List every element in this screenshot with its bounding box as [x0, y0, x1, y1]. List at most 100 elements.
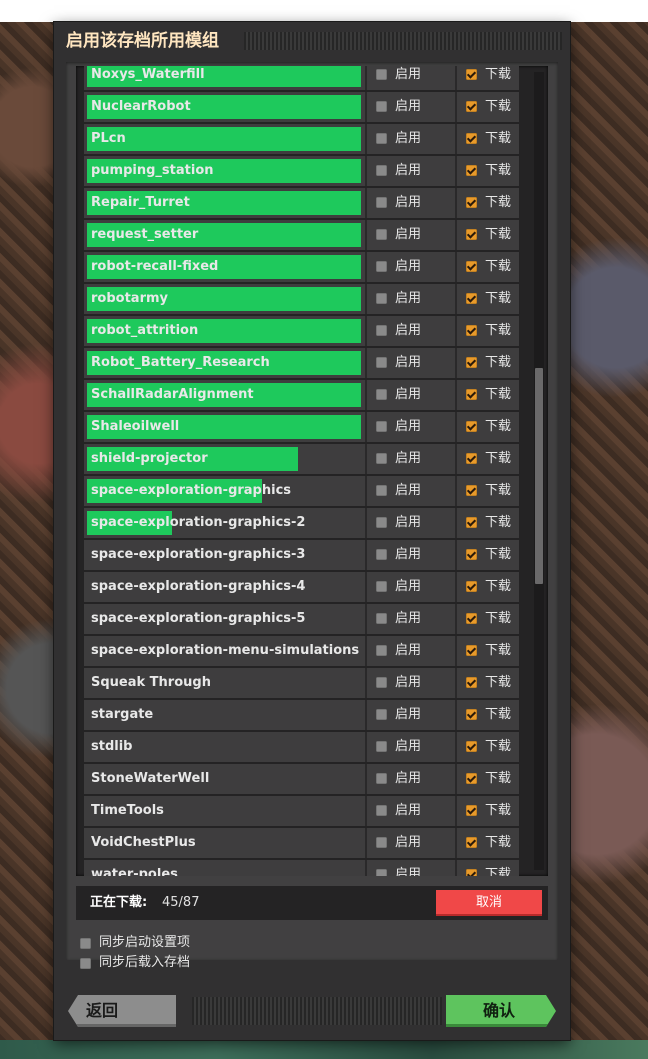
download-option[interactable]: 下载 — [457, 252, 519, 282]
enable-option[interactable]: 启用 — [367, 508, 457, 538]
enable-checkbox[interactable] — [376, 453, 387, 464]
download-option[interactable]: 下载 — [457, 700, 519, 730]
download-checkbox[interactable] — [466, 805, 477, 816]
enable-option[interactable]: 启用 — [367, 700, 457, 730]
download-checkbox[interactable] — [466, 677, 477, 688]
enable-checkbox[interactable] — [376, 805, 387, 816]
enable-checkbox[interactable] — [376, 325, 387, 336]
enable-checkbox[interactable] — [376, 197, 387, 208]
download-option[interactable]: 下载 — [457, 92, 519, 122]
download-option[interactable]: 下载 — [457, 220, 519, 250]
enable-checkbox[interactable] — [376, 581, 387, 592]
enable-option[interactable]: 启用 — [367, 220, 457, 250]
enable-option[interactable]: 启用 — [367, 380, 457, 410]
download-checkbox[interactable] — [466, 165, 477, 176]
enable-option[interactable]: 启用 — [367, 764, 457, 794]
enable-option[interactable]: 启用 — [367, 732, 457, 762]
enable-checkbox[interactable] — [376, 69, 387, 80]
footer-drag-handle[interactable] — [192, 997, 442, 1025]
enable-checkbox[interactable] — [376, 133, 387, 144]
download-option[interactable]: 下载 — [457, 348, 519, 378]
download-option[interactable]: 下载 — [457, 860, 519, 876]
download-checkbox[interactable] — [466, 357, 477, 368]
download-option[interactable]: 下载 — [457, 604, 519, 634]
download-checkbox[interactable] — [466, 773, 477, 784]
enable-checkbox[interactable] — [376, 485, 387, 496]
download-checkbox[interactable] — [466, 389, 477, 400]
download-option[interactable]: 下载 — [457, 380, 519, 410]
enable-option[interactable]: 启用 — [367, 860, 457, 876]
download-checkbox[interactable] — [466, 549, 477, 560]
enable-option[interactable]: 启用 — [367, 348, 457, 378]
enable-checkbox[interactable] — [376, 357, 387, 368]
enable-option[interactable]: 启用 — [367, 156, 457, 186]
enable-checkbox[interactable] — [376, 549, 387, 560]
download-checkbox[interactable] — [466, 229, 477, 240]
download-checkbox[interactable] — [466, 613, 477, 624]
enable-checkbox[interactable] — [376, 293, 387, 304]
scrollbar-thumb[interactable] — [535, 368, 543, 584]
enable-checkbox[interactable] — [376, 101, 387, 112]
enable-checkbox[interactable] — [376, 837, 387, 848]
download-checkbox[interactable] — [466, 517, 477, 528]
download-option[interactable]: 下载 — [457, 796, 519, 826]
download-option[interactable]: 下载 — [457, 764, 519, 794]
enable-checkbox[interactable] — [376, 677, 387, 688]
download-checkbox[interactable] — [466, 421, 477, 432]
download-option[interactable]: 下载 — [457, 732, 519, 762]
enable-option[interactable]: 启用 — [367, 124, 457, 154]
download-checkbox[interactable] — [466, 69, 477, 80]
download-checkbox[interactable] — [466, 709, 477, 720]
enable-checkbox[interactable] — [376, 421, 387, 432]
cancel-button[interactable]: 取消 — [436, 890, 542, 916]
enable-option[interactable]: 启用 — [367, 828, 457, 858]
download-checkbox[interactable] — [466, 485, 477, 496]
download-checkbox[interactable] — [466, 837, 477, 848]
download-option[interactable]: 下载 — [457, 572, 519, 602]
enable-checkbox[interactable] — [376, 165, 387, 176]
back-button[interactable]: 返回 — [68, 995, 176, 1027]
enable-option[interactable]: 启用 — [367, 668, 457, 698]
download-checkbox[interactable] — [466, 645, 477, 656]
download-option[interactable]: 下载 — [457, 316, 519, 346]
download-option[interactable]: 下载 — [457, 828, 519, 858]
enable-checkbox[interactable] — [376, 773, 387, 784]
mod-list-scrollbar[interactable] — [534, 72, 544, 870]
download-option[interactable]: 下载 — [457, 156, 519, 186]
enable-option[interactable]: 启用 — [367, 316, 457, 346]
download-option[interactable]: 下载 — [457, 412, 519, 442]
sync-load-checkbox[interactable] — [80, 958, 91, 969]
download-option[interactable]: 下载 — [457, 476, 519, 506]
download-checkbox[interactable] — [466, 581, 477, 592]
download-checkbox[interactable] — [466, 261, 477, 272]
enable-checkbox[interactable] — [376, 709, 387, 720]
download-option[interactable]: 下载 — [457, 668, 519, 698]
download-checkbox[interactable] — [466, 197, 477, 208]
enable-checkbox[interactable] — [376, 869, 387, 876]
enable-checkbox[interactable] — [376, 229, 387, 240]
download-checkbox[interactable] — [466, 101, 477, 112]
download-option[interactable]: 下载 — [457, 636, 519, 666]
enable-checkbox[interactable] — [376, 261, 387, 272]
enable-option[interactable]: 启用 — [367, 66, 457, 90]
title-drag-handle[interactable] — [244, 32, 562, 50]
enable-option[interactable]: 启用 — [367, 540, 457, 570]
enable-option[interactable]: 启用 — [367, 284, 457, 314]
enable-option[interactable]: 启用 — [367, 412, 457, 442]
enable-checkbox[interactable] — [376, 517, 387, 528]
download-checkbox[interactable] — [466, 453, 477, 464]
download-checkbox[interactable] — [466, 133, 477, 144]
enable-option[interactable]: 启用 — [367, 796, 457, 826]
download-option[interactable]: 下载 — [457, 124, 519, 154]
download-option[interactable]: 下载 — [457, 444, 519, 474]
download-option[interactable]: 下载 — [457, 284, 519, 314]
enable-checkbox[interactable] — [376, 613, 387, 624]
enable-option[interactable]: 启用 — [367, 444, 457, 474]
enable-option[interactable]: 启用 — [367, 636, 457, 666]
download-option[interactable]: 下载 — [457, 540, 519, 570]
download-checkbox[interactable] — [466, 293, 477, 304]
sync-startup-checkbox[interactable] — [80, 938, 91, 949]
download-option[interactable]: 下载 — [457, 66, 519, 90]
download-checkbox[interactable] — [466, 869, 477, 876]
enable-option[interactable]: 启用 — [367, 604, 457, 634]
